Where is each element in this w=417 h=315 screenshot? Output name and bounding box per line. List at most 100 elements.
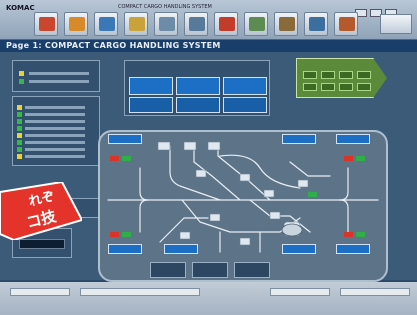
status-row [17,147,97,153]
toolbar-button[interactable] [214,12,238,36]
status-field [10,288,70,296]
counter-display [19,239,65,249]
truck-icon [39,17,55,31]
toolbar-button[interactable] [304,12,328,36]
camera-icon [189,17,205,31]
workspace [0,52,417,282]
status-indicator [17,105,22,110]
legend-panel [12,60,100,92]
status-row [17,133,97,139]
terminal-unit[interactable] [282,244,316,254]
toolbar-button[interactable] [154,12,178,36]
status-field [80,288,200,296]
conveyor-icon [99,17,115,31]
status-row [17,154,97,160]
status-line [25,155,85,158]
toolbar-button[interactable] [94,12,118,36]
terminal-unit[interactable] [336,134,370,144]
status-indicator [17,140,22,145]
status-line [25,127,85,130]
shipping-slot[interactable] [303,71,317,79]
page-title: Page 1: COMPACT CARGO HANDLING SYSTEM [6,41,221,50]
terminal-unit[interactable] [108,134,142,144]
control-button[interactable] [192,262,228,278]
toolbar-button[interactable] [64,12,88,36]
control-button[interactable] [234,262,270,278]
status-indicator [17,126,22,131]
terminal-unit[interactable] [108,244,142,254]
terminal-unit[interactable] [282,134,316,144]
status-line [25,113,85,116]
status-row [17,119,97,125]
legend-swatch [19,71,24,76]
storage-unit[interactable] [176,77,220,95]
terminal-unit[interactable] [164,244,198,254]
bottom-button-group [150,262,270,280]
status-indicator [17,147,22,152]
status-tag [308,192,317,197]
shipping-slot[interactable] [339,71,353,79]
status-tag [356,156,365,161]
toolbar-menu-button[interactable] [380,14,412,34]
help-icon [339,17,355,31]
shipping-area-body[interactable] [296,58,374,98]
status-tag [344,156,353,161]
shipping-area [296,58,388,98]
warehouse-icon [159,17,175,31]
toolbar: KOMAC COMPACT CARGO HANDLING SYSTEM [0,0,417,40]
shipping-slot[interactable] [357,71,371,79]
status-line [25,120,85,123]
cargo-route-map [98,130,388,282]
toolbar-button[interactable] [274,12,298,36]
status-tag [344,232,353,237]
window-title: COMPACT CARGO HANDLING SYSTEM [118,4,212,10]
status-line [25,148,85,151]
status-row [17,140,97,146]
container-icon [219,17,235,31]
storage-unit[interactable] [129,97,173,113]
chart-icon [309,17,325,31]
toolbar-button[interactable] [124,12,148,36]
status-line [25,141,85,144]
toolbar-button[interactable] [34,12,58,36]
status-indicator [17,112,22,117]
toolbar-button[interactable] [244,12,268,36]
status-tag [122,156,131,161]
tools-icon [279,17,295,31]
app-name: KOMAC [6,4,35,12]
promo-sticker: れぞ コ技 [0,182,82,240]
shipping-slot[interactable] [321,71,335,79]
status-line [25,106,85,109]
status-row [17,112,97,118]
shipping-slot[interactable] [357,83,371,91]
legend-line [29,72,89,75]
storage-unit[interactable] [223,97,267,113]
status-row [17,105,97,111]
status-line [25,134,85,137]
storage-unit[interactable] [176,97,220,113]
app-screen: KOMAC COMPACT CARGO HANDLING SYSTEM Page… [0,0,417,315]
crane-icon [69,17,85,31]
status-tag [110,232,119,237]
terminal-unit[interactable] [336,244,370,254]
legend-line [29,80,89,83]
map-icon [249,17,265,31]
status-tag [110,156,119,161]
toolbar-button[interactable] [334,12,358,36]
storage-unit-group [124,60,270,116]
status-tag [122,232,131,237]
turntable-icon [281,223,303,237]
window-controls [352,2,414,17]
control-button[interactable] [150,262,186,278]
status-tag [356,232,365,237]
status-indicator [17,154,22,159]
shipping-slot[interactable] [303,83,317,91]
toolbar-button[interactable] [184,12,208,36]
storage-unit[interactable] [223,77,267,95]
shipping-slot[interactable] [339,83,353,91]
shipping-arrow-icon [373,58,387,98]
shipping-slot[interactable] [321,83,335,91]
page-title-bar: Page 1: COMPACT CARGO HANDLING SYSTEM [0,40,417,52]
status-indicator [17,133,22,138]
storage-unit[interactable] [129,77,173,95]
